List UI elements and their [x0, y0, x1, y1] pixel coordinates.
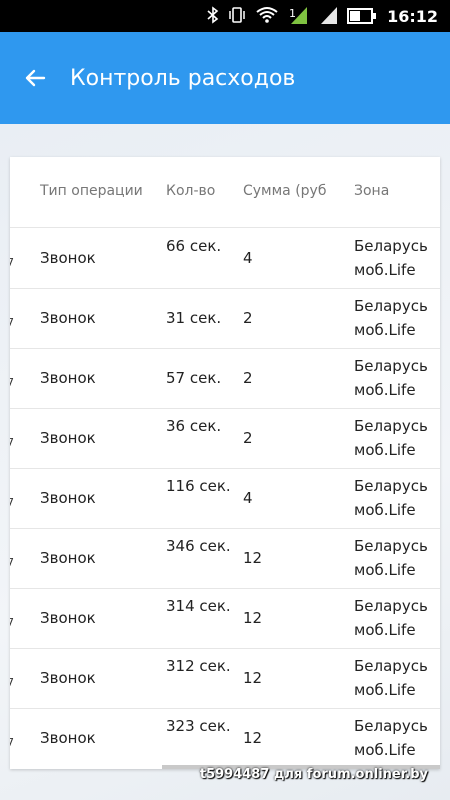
expenses-table[interactable]: Тип операции Кол-во Сумма (руб Зона 7 Зв… — [10, 157, 440, 769]
cell-type: Звонок — [40, 249, 96, 267]
row-clipped-cell: 7 — [10, 736, 14, 749]
header-type: Тип операции — [40, 183, 143, 199]
row-clipped-cell: 7 — [10, 556, 14, 569]
table-row[interactable]: 7 Звонок 36 сек. 2 Беларусь моб.Life — [10, 408, 440, 469]
cell-sum: 2 — [243, 309, 253, 327]
cell-qty: 346 сек. — [166, 537, 231, 555]
cell-sum: 2 — [243, 369, 253, 387]
cell-qty: 116 сек. — [166, 477, 231, 495]
cell-type: Звонок — [40, 489, 96, 507]
cell-zone: Беларусь моб.Life — [354, 417, 428, 459]
cell-type: Звонок — [40, 729, 96, 747]
cell-zone: Беларусь моб.Life — [354, 237, 428, 279]
wifi-icon — [255, 6, 279, 27]
row-clipped-cell: 7 — [10, 256, 14, 269]
table-row[interactable]: 7 Звонок 314 сек. 12 Беларусь моб.Life — [10, 588, 440, 649]
signal-sim1-icon: 1 — [287, 5, 309, 28]
cell-type: Звонок — [40, 609, 96, 627]
cell-qty: 312 сек. — [166, 657, 231, 675]
table-row[interactable]: 7 Звонок 312 сек. 12 Беларусь моб.Life — [10, 648, 440, 709]
battery-icon — [347, 8, 377, 24]
row-clipped-cell: 7 — [10, 436, 14, 449]
cell-type: Звонок — [40, 669, 96, 687]
signal-sim2-icon: 2 — [317, 5, 339, 28]
watermark: t5994487 для forum.onliner.by — [199, 767, 428, 782]
sim2-label: 2 — [319, 7, 326, 20]
header-zone: Зона — [354, 183, 390, 199]
table-row[interactable]: 7 Звонок 346 сек. 12 Беларусь моб.Life — [10, 528, 440, 589]
cell-type: Звонок — [40, 369, 96, 387]
header-sum: Сумма (руб — [243, 183, 327, 199]
table-row[interactable]: 7 Звонок 323 сек. 12 Беларусь моб.Life — [10, 708, 440, 768]
cell-sum: 4 — [243, 249, 253, 267]
table-header: Тип операции Кол-во Сумма (руб Зона — [10, 157, 440, 228]
cell-zone: Беларусь моб.Life — [354, 477, 428, 519]
cell-zone: Беларусь моб.Life — [354, 717, 428, 759]
arrow-left-icon — [25, 69, 46, 87]
cell-qty: 314 сек. — [166, 597, 231, 615]
table-row[interactable]: 7 Звонок 66 сек. 4 Беларусь моб.Life — [10, 228, 440, 289]
cell-sum: 12 — [243, 729, 263, 747]
cell-zone: Беларусь моб.Life — [354, 537, 428, 579]
row-clipped-cell: 7 — [10, 616, 14, 629]
row-clipped-cell: 7 — [10, 316, 14, 329]
vibrate-icon — [227, 6, 247, 27]
cell-zone: Беларусь моб.Life — [354, 597, 428, 639]
cell-qty: 57 сек. — [166, 369, 222, 387]
cell-type: Звонок — [40, 429, 96, 447]
table-row[interactable]: 7 Звонок 31 сек. 2 Беларусь моб.Life — [10, 288, 440, 349]
cell-zone: Беларусь моб.Life — [354, 297, 428, 339]
cell-zone: Беларусь моб.Life — [354, 657, 428, 699]
cell-sum: 12 — [243, 549, 263, 567]
page-title: Контроль расходов — [70, 65, 296, 91]
cell-zone: Беларусь моб.Life — [354, 357, 428, 399]
row-clipped-cell: 7 — [10, 676, 14, 689]
status-time: 16:12 — [387, 6, 438, 26]
table-row[interactable]: 7 Звонок 116 сек. 4 Беларусь моб.Life — [10, 468, 440, 529]
app-bar: Контроль расходов — [0, 32, 450, 124]
cell-sum: 12 — [243, 609, 263, 627]
cell-qty: 323 сек. — [166, 717, 231, 735]
cell-type: Звонок — [40, 309, 96, 327]
cell-qty: 31 сек. — [166, 309, 222, 327]
cell-qty: 66 сек. — [166, 237, 222, 255]
cell-qty: 36 сек. — [166, 417, 222, 435]
cell-type: Звонок — [40, 549, 96, 567]
back-button[interactable] — [0, 32, 70, 124]
sim1-label: 1 — [289, 7, 296, 20]
table-row[interactable]: 7 Звонок 57 сек. 2 Беларусь моб.Life — [10, 348, 440, 409]
status-bar: 1 2 16:12 — [0, 0, 450, 32]
header-qty: Кол-во — [166, 183, 216, 199]
row-clipped-cell: 7 — [10, 376, 14, 389]
row-clipped-cell: 7 — [10, 496, 14, 509]
cell-sum: 12 — [243, 669, 263, 687]
cell-sum: 4 — [243, 489, 253, 507]
bluetooth-icon — [207, 5, 219, 27]
cell-sum: 2 — [243, 429, 253, 447]
